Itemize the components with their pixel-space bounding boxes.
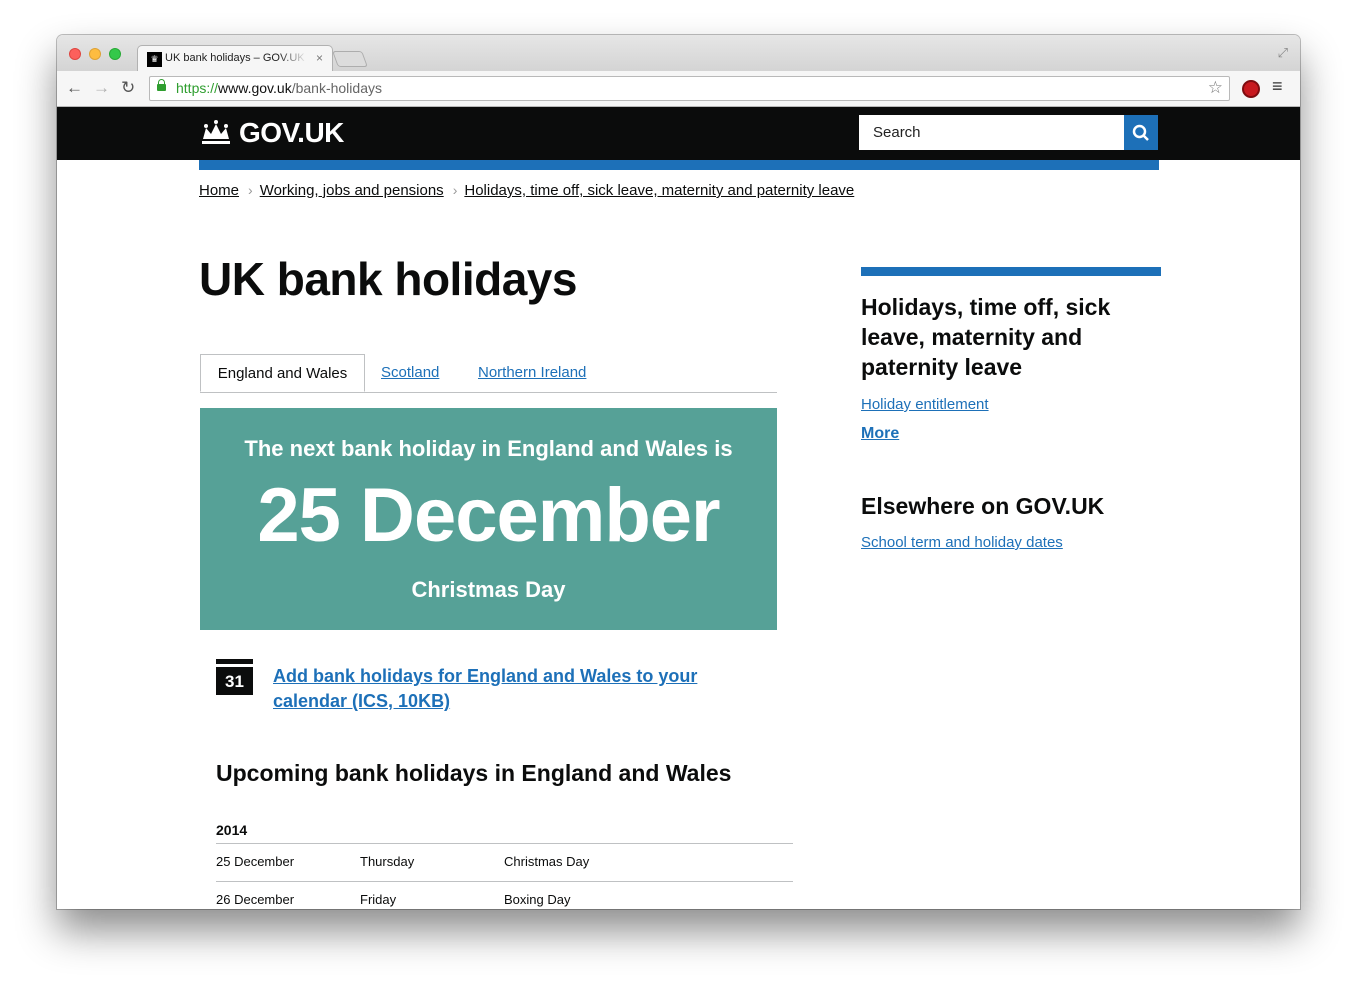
holiday-date: 26 December bbox=[216, 892, 295, 907]
tab-title: UK bank holidays – GOV.UK bbox=[165, 52, 305, 64]
add-to-calendar-link[interactable]: Add bank holidays for England and Wales … bbox=[273, 664, 713, 714]
browser-window: ♛ UK bank holidays – GOV.UK × ⤢ ← → ↻ ht… bbox=[57, 35, 1300, 909]
holiday-day: Friday bbox=[360, 892, 397, 907]
holiday-entitlement-link[interactable]: Holiday entitlement bbox=[861, 396, 1161, 413]
logo-text: GOV.UK bbox=[239, 117, 344, 148]
chevron-right-icon: › bbox=[452, 182, 458, 198]
fullscreen-icon[interactable]: ⤢ bbox=[1278, 45, 1288, 61]
menu-hamburger-icon[interactable]: ≡ bbox=[1272, 76, 1283, 97]
related-sidebar: Holidays, time off, sick leave, maternit… bbox=[861, 267, 1161, 551]
holiday-name: Christmas Day bbox=[504, 854, 590, 869]
next-holiday-date: 25 December bbox=[257, 473, 720, 558]
breadcrumb-working-jobs[interactable]: Working, jobs and pensions bbox=[260, 182, 444, 199]
tab-scotland[interactable]: Scotland bbox=[381, 354, 439, 392]
breadcrumb: Home › Working, jobs and pensions › Holidays… bbox=[199, 182, 854, 199]
tab-england-wales[interactable]: England and Wales bbox=[200, 354, 365, 392]
reload-icon[interactable]: ↻ bbox=[121, 78, 135, 98]
calendar-icon: 31 bbox=[216, 664, 253, 695]
sidebar-title: Holidays, time off, sick leave, maternit… bbox=[861, 294, 1111, 380]
browser-tab[interactable]: ♛ UK bank holidays – GOV.UK × bbox=[137, 45, 333, 71]
elsewhere-title: Elsewhere on GOV.UK bbox=[861, 493, 1105, 519]
header-accent-bar bbox=[199, 160, 1159, 170]
chevron-right-icon: › bbox=[248, 182, 253, 198]
web-page: GOV.UK Search Home › Working, jobs and pen… bbox=[57, 107, 1300, 909]
breadcrumb-home[interactable]: Home bbox=[199, 182, 239, 199]
address-bar[interactable]: https://www.gov.uk/bank-holidays ☆ bbox=[149, 76, 1230, 101]
tab-close-icon[interactable]: × bbox=[316, 51, 323, 65]
extension-stop-icon[interactable] bbox=[1242, 80, 1260, 98]
url-host: www.gov.uk bbox=[218, 80, 292, 96]
browser-toolbar: ← → ↻ https://www.gov.uk/bank-holidays ☆… bbox=[57, 71, 1300, 107]
govuk-logo[interactable]: GOV.UK bbox=[199, 117, 344, 149]
next-holiday-name: Christmas Day bbox=[411, 577, 566, 602]
url-scheme: https:// bbox=[176, 80, 219, 96]
region-tabs: England and Wales Scotland Northern Irel… bbox=[200, 354, 777, 393]
tab-strip: ♛ UK bank holidays – GOV.UK × ⤢ bbox=[57, 35, 1300, 71]
sidebar-accent-bar bbox=[861, 267, 1161, 276]
url-path: /bank-holidays bbox=[291, 80, 382, 96]
tab-northern-ireland[interactable]: Northern Ireland bbox=[478, 354, 586, 392]
next-holiday-intro: The next bank holiday in England and Wal… bbox=[244, 436, 733, 461]
holiday-day: Thursday bbox=[360, 854, 415, 869]
holiday-name: Boxing Day bbox=[504, 892, 571, 907]
more-link[interactable]: More bbox=[861, 425, 1161, 443]
govuk-header: GOV.UK Search bbox=[57, 107, 1300, 160]
window-minimize-button[interactable] bbox=[89, 48, 101, 60]
window-zoom-button[interactable] bbox=[109, 48, 121, 60]
breadcrumb-holidays[interactable]: Holidays, time off, sick leave, maternit… bbox=[464, 182, 854, 199]
forward-arrow-icon[interactable]: → bbox=[93, 78, 110, 98]
holiday-date: 25 December bbox=[216, 854, 295, 869]
search-button[interactable] bbox=[1124, 115, 1158, 150]
crown-icon bbox=[202, 120, 230, 144]
bookmark-star-icon[interactable]: ☆ bbox=[1208, 78, 1223, 98]
year-label: 2014 bbox=[216, 822, 248, 838]
favicon-crown-icon: ♛ bbox=[147, 52, 162, 67]
upcoming-heading: Upcoming bank holidays in England and Wa… bbox=[216, 760, 732, 786]
school-term-dates-link[interactable]: School term and holiday dates bbox=[861, 534, 1161, 551]
next-holiday-panel: The next bank holiday in England and Wal… bbox=[200, 408, 777, 630]
url-text[interactable]: https://www.gov.uk/bank-holidays bbox=[176, 80, 382, 96]
lock-icon bbox=[157, 79, 166, 91]
page-title: UK bank holidays bbox=[199, 253, 577, 305]
holidays-table: 25 December Thursday Christmas Day 26 De… bbox=[216, 843, 793, 909]
search-input[interactable]: Search bbox=[859, 115, 1124, 150]
table-row: 25 December Thursday Christmas Day bbox=[216, 843, 793, 881]
back-arrow-icon[interactable]: ← bbox=[66, 78, 83, 98]
new-tab-button[interactable] bbox=[332, 51, 368, 67]
table-row: 26 December Friday Boxing Day bbox=[216, 881, 793, 909]
search-icon bbox=[1132, 124, 1149, 141]
window-close-button[interactable] bbox=[69, 48, 81, 60]
